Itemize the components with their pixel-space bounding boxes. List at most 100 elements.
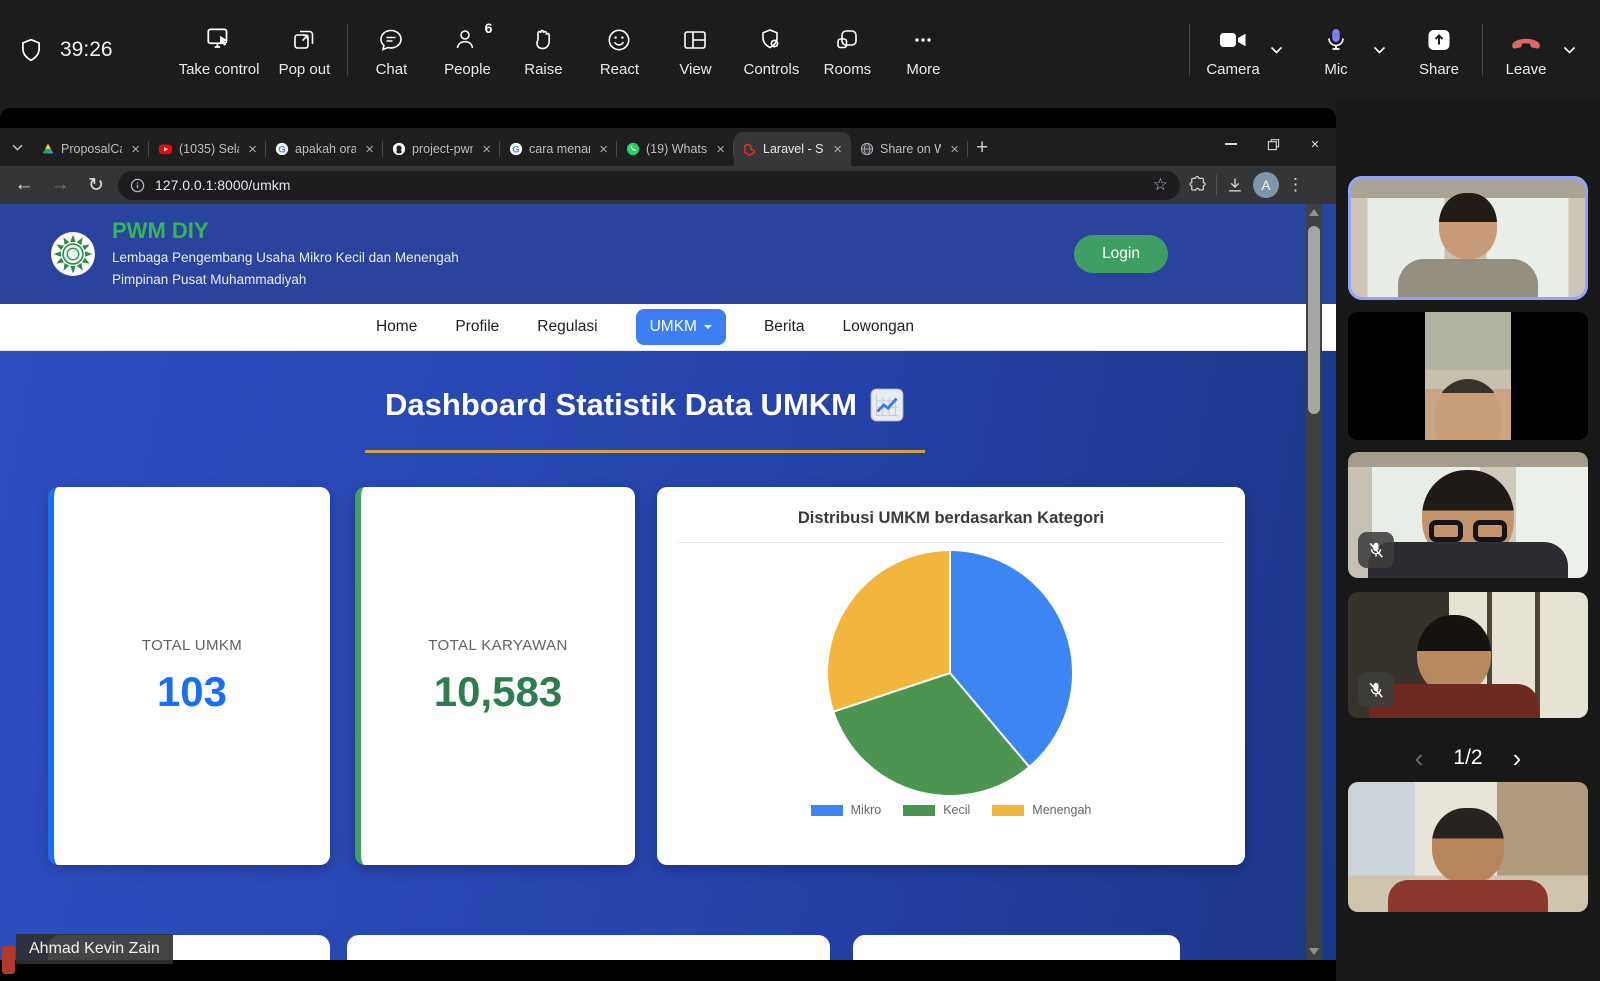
more-button[interactable]: More <box>892 22 954 78</box>
camera-options-chevron-icon[interactable] <box>1266 42 1287 58</box>
browser-tab-active[interactable]: Laravel - Stati × <box>734 132 851 166</box>
site-info-icon[interactable] <box>130 178 145 193</box>
participant-video-3[interactable] <box>1348 452 1588 578</box>
extensions-puzzle-icon[interactable] <box>1188 175 1208 195</box>
window-restore-button[interactable] <box>1252 128 1294 160</box>
pop-out-icon <box>290 22 318 54</box>
site-header: PWM DIY Lembaga Pengembang Usaha Mikro K… <box>0 204 1336 304</box>
react-button[interactable]: React <box>588 22 650 78</box>
tab-close-icon[interactable]: × <box>713 141 728 158</box>
downloads-icon[interactable] <box>1225 175 1245 195</box>
people-button[interactable]: 6 People <box>436 22 498 78</box>
tab-close-icon[interactable]: × <box>947 141 962 158</box>
raise-hand-button[interactable]: Raise <box>512 22 574 78</box>
mic-options-chevron-icon[interactable] <box>1369 42 1390 58</box>
tab-close-icon[interactable]: × <box>245 141 260 158</box>
share-button[interactable]: Share <box>1408 22 1470 78</box>
more-label: More <box>906 61 940 78</box>
pagination-label: 1/2 <box>1453 746 1482 770</box>
nav-item-berita[interactable]: Berita <box>764 318 805 336</box>
take-control-button[interactable]: Take control <box>179 22 260 78</box>
nav-item-regulasi[interactable]: Regulasi <box>537 318 597 336</box>
tab-close-icon[interactable]: × <box>479 141 494 158</box>
leave-options-chevron-icon[interactable] <box>1559 42 1580 58</box>
svg-text:G: G <box>278 145 285 156</box>
bookmark-star-icon[interactable]: ☆ <box>1153 175 1168 195</box>
raise-hand-label: Raise <box>524 61 562 78</box>
window-close-button[interactable]: × <box>1294 128 1336 160</box>
pagination-prev-icon[interactable]: ‹ <box>1415 745 1424 771</box>
participants-sidebar: ‹ 1/2 › <box>1336 100 1600 981</box>
nav-item-home[interactable]: Home <box>376 318 417 336</box>
browser-menu-kebab-icon[interactable]: ⋮ <box>1287 175 1304 195</box>
drive-icon <box>41 142 55 156</box>
pop-out-button[interactable]: Pop out <box>273 22 335 78</box>
nav-item-umkm[interactable]: UMKM <box>636 309 726 345</box>
page-scrollbar[interactable] <box>1306 204 1322 960</box>
leave-label: Leave <box>1506 61 1547 78</box>
github-icon <box>392 142 406 156</box>
browser-tab[interactable]: ProposalCapst × <box>32 132 149 166</box>
tab-close-icon[interactable]: × <box>596 141 611 158</box>
chart-divider <box>677 542 1225 543</box>
participant-video-5[interactable] <box>1348 782 1588 912</box>
tab-close-icon[interactable]: × <box>830 141 845 158</box>
people-label: People <box>444 61 491 78</box>
participant-video-4[interactable] <box>1348 592 1588 718</box>
address-bar[interactable]: 127.0.0.1:8000/umkm ☆ <box>118 171 1180 200</box>
total-karyawan-value: 10,583 <box>434 668 562 716</box>
nav-item-profile[interactable]: Profile <box>455 318 499 336</box>
reload-button[interactable]: ↻ <box>82 174 110 197</box>
rooms-button[interactable]: Rooms <box>816 22 878 78</box>
pop-out-label: Pop out <box>279 61 331 78</box>
browser-tab[interactable]: G apakah orang × <box>266 132 383 166</box>
chat-label: Chat <box>376 61 408 78</box>
forward-button[interactable]: → <box>46 174 74 196</box>
browser-tab[interactable]: Share on Wha × <box>851 132 968 166</box>
tab-title: project-pwm-f <box>412 142 473 156</box>
tab-close-icon[interactable]: × <box>362 141 377 158</box>
chart-increasing-icon <box>869 387 905 423</box>
react-smiley-icon <box>605 22 633 54</box>
share-label: Share <box>1419 61 1459 78</box>
scrollbar-up-arrow-icon[interactable] <box>1309 209 1319 216</box>
chat-button[interactable]: Chat <box>360 22 422 78</box>
mic-muted-icon <box>1358 532 1394 568</box>
camera-button[interactable]: Camera <box>1202 22 1264 78</box>
login-button[interactable]: Login <box>1074 235 1168 273</box>
nav-item-umkm-label: UMKM <box>650 318 697 336</box>
site-brand: PWM DIY Lembaga Pengembang Usaha Mikro K… <box>50 218 459 290</box>
brand-title: PWM DIY <box>112 218 459 244</box>
participant-glasses <box>1429 520 1507 542</box>
tab-close-icon[interactable]: × <box>128 141 143 158</box>
presenter-name-label: Ahmad Kevin Zain <box>16 934 173 964</box>
mic-button[interactable]: Mic <box>1305 22 1367 78</box>
view-button[interactable]: View <box>664 22 726 78</box>
nav-item-lowongan[interactable]: Lowongan <box>842 318 914 336</box>
scrollbar-down-arrow-icon[interactable] <box>1309 948 1319 955</box>
whatsapp-icon <box>626 142 640 156</box>
participant-video-2[interactable] <box>1348 312 1588 440</box>
back-button[interactable]: ← <box>10 174 38 196</box>
total-umkm-label: TOTAL UMKM <box>142 637 242 654</box>
browser-tab[interactable]: (1035) Selama × <box>149 132 266 166</box>
tab-search-chevron-icon[interactable] <box>4 132 30 162</box>
browser-tab[interactable]: project-pwm-f × <box>383 132 500 166</box>
pagination-next-icon[interactable]: › <box>1513 745 1522 771</box>
legend-item-kecil: Kecil <box>903 803 970 817</box>
browser-tab[interactable]: G cara menamb × <box>500 132 617 166</box>
rooms-label: Rooms <box>824 61 872 78</box>
share-screen-icon <box>1425 22 1453 54</box>
controls-button[interactable]: Controls <box>740 22 802 78</box>
participant-video-1-active-speaker[interactable] <box>1348 176 1588 300</box>
scrollbar-thumb[interactable] <box>1308 226 1320 414</box>
new-tab-button[interactable]: + <box>976 136 988 160</box>
window-minimize-button[interactable] <box>1210 128 1252 160</box>
leave-button[interactable]: Leave <box>1495 22 1557 78</box>
browser-tab[interactable]: (19) WhatsAp × <box>617 132 734 166</box>
security-shield-icon <box>18 37 44 63</box>
tab-title: (19) WhatsAp <box>646 142 707 156</box>
dropdown-caret-icon <box>704 325 712 333</box>
profile-avatar[interactable]: A <box>1253 172 1279 198</box>
url-text: 127.0.0.1:8000/umkm <box>155 177 1143 193</box>
